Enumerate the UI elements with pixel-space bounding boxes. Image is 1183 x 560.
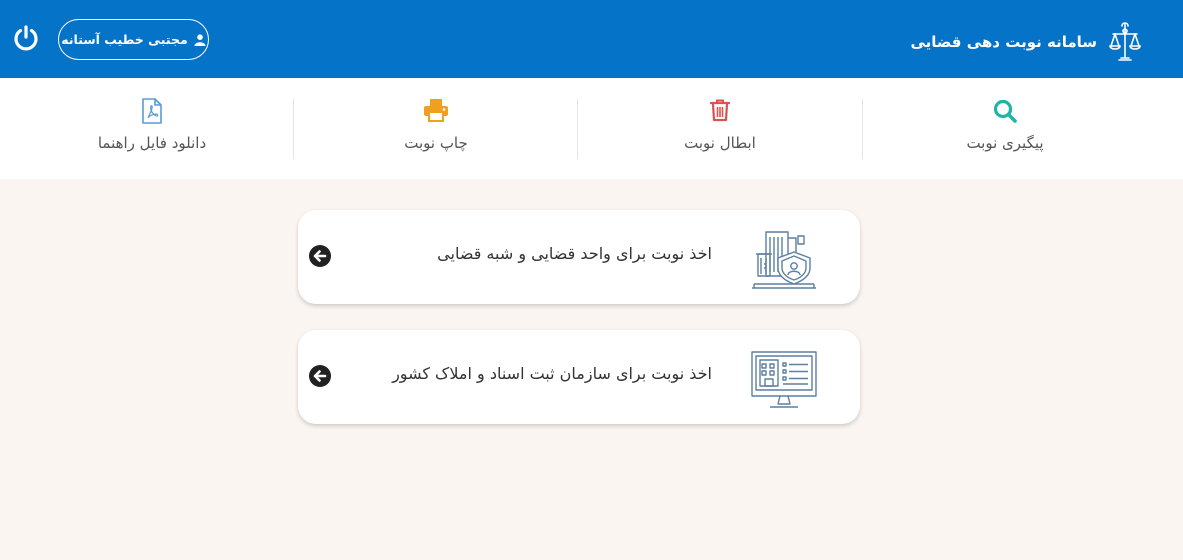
action-navbar: پیگیری نوبت ابطال نوبت چاپ نوبت دانلود ف… bbox=[0, 78, 1183, 179]
search-icon bbox=[992, 98, 1018, 124]
scales-of-justice-icon bbox=[1109, 22, 1141, 61]
pdf-file-icon bbox=[139, 98, 165, 124]
nav-label-cancel: ابطال نوبت bbox=[684, 134, 756, 152]
court-building-icon bbox=[752, 231, 816, 289]
nav-track-appointment[interactable]: پیگیری نوبت bbox=[863, 78, 1147, 179]
nav-print-appointment[interactable]: چاپ نوبت bbox=[294, 78, 578, 179]
trash-icon bbox=[707, 98, 733, 124]
top-header: سامانه نوبت دهی قضایی مجتبی خطیب آستانه bbox=[0, 0, 1183, 78]
nav-label-print: چاپ نوبت bbox=[404, 134, 468, 152]
nav-label-track: پیگیری نوبت bbox=[966, 134, 1044, 152]
user-icon bbox=[194, 33, 206, 46]
user-menu-button[interactable]: مجتبی خطیب آستانه bbox=[58, 19, 209, 60]
monitor-registry-icon bbox=[751, 351, 817, 408]
card-label: اخذ نوبت برای سازمان ثبت اسناد و املاک ک… bbox=[392, 364, 712, 383]
app-title: سامانه نوبت دهی قضایی bbox=[910, 33, 1097, 51]
nav-label-download: دانلود فایل راهنما bbox=[97, 134, 207, 152]
user-name: مجتبی خطیب آستانه bbox=[61, 32, 188, 47]
nav-divider bbox=[862, 99, 863, 159]
power-icon[interactable] bbox=[12, 24, 40, 52]
arrow-left-circle-icon bbox=[309, 245, 331, 267]
print-icon bbox=[423, 98, 449, 124]
card-judicial-unit-appointment[interactable]: اخذ نوبت برای واحد قضایی و شبه قضایی bbox=[298, 210, 860, 304]
card-registry-org-appointment[interactable]: اخذ نوبت برای سازمان ثبت اسناد و املاک ک… bbox=[298, 330, 860, 424]
brand[interactable]: سامانه نوبت دهی قضایی bbox=[910, 20, 1143, 64]
nav-cancel-appointment[interactable]: ابطال نوبت bbox=[578, 78, 862, 179]
arrow-left-circle-icon bbox=[309, 365, 331, 387]
card-label: اخذ نوبت برای واحد قضایی و شبه قضایی bbox=[437, 244, 712, 263]
nav-download-guide[interactable]: دانلود فایل راهنما bbox=[10, 78, 294, 179]
